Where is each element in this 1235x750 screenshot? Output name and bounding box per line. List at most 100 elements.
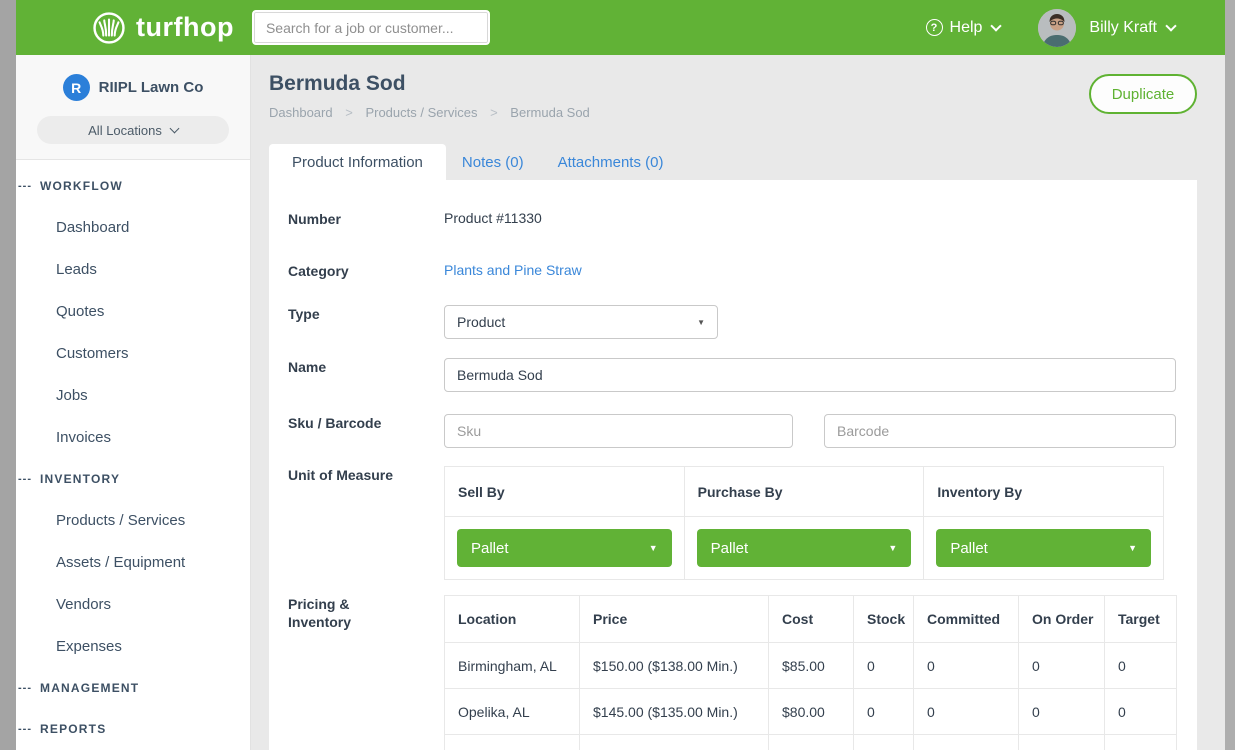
section-dashes-icon: --- bbox=[18, 682, 40, 694]
grass-circle-icon bbox=[92, 11, 126, 45]
breadcrumb-separator: > bbox=[490, 105, 498, 120]
sidebar-item-leads[interactable]: Leads bbox=[16, 248, 250, 290]
inventory-by-dropdown[interactable]: Pallet ▼ bbox=[936, 529, 1151, 567]
page-title: Bermuda Sod bbox=[269, 72, 406, 96]
breadcrumb-dashboard[interactable]: Dashboard bbox=[269, 105, 333, 120]
help-label: Help bbox=[950, 19, 983, 37]
turfhop-logo[interactable]: turfhop bbox=[92, 11, 234, 45]
category-link[interactable]: Plants and Pine Straw bbox=[444, 262, 582, 280]
target-cell: 0 bbox=[1105, 689, 1177, 735]
sidebar-item-products-services[interactable]: Products / Services bbox=[16, 499, 250, 541]
top-bar: turfhop ? Help Billy Kraft bbox=[16, 0, 1225, 55]
sidebar-item-dashboard[interactable]: Dashboard bbox=[16, 206, 250, 248]
pricing-inventory-label: Pricing & Inventory bbox=[269, 595, 444, 750]
type-select[interactable]: Product ▼ bbox=[444, 305, 718, 339]
logo-text: turfhop bbox=[136, 12, 234, 43]
uom-col-sell-by: Sell By bbox=[445, 467, 685, 517]
company-name: RIIPL Lawn Co bbox=[99, 79, 204, 96]
table-row: Opelika, AL $145.00 ($135.00 Min.) $80.0… bbox=[445, 689, 1177, 735]
caret-down-icon: ▼ bbox=[697, 318, 705, 327]
price-cell: $150.00 ($138.00 Min.) bbox=[580, 643, 769, 689]
sidebar-item-expenses[interactable]: Expenses bbox=[16, 625, 250, 667]
name-input[interactable] bbox=[444, 358, 1176, 392]
sku-input[interactable] bbox=[444, 414, 793, 448]
unit-of-measure-label: Unit of Measure bbox=[269, 466, 444, 580]
type-select-value: Product bbox=[457, 314, 505, 330]
caret-down-icon: ▼ bbox=[888, 543, 897, 553]
section-reports[interactable]: --- REPORTS bbox=[16, 708, 250, 749]
section-workflow[interactable]: --- WORKFLOW bbox=[16, 165, 250, 206]
barcode-input[interactable] bbox=[824, 414, 1176, 448]
table-row-partial bbox=[445, 735, 1177, 750]
tab-attachments[interactable]: Attachments (0) bbox=[554, 144, 668, 180]
user-menu[interactable]: Billy Kraft bbox=[1089, 19, 1175, 37]
section-dashes-icon: --- bbox=[18, 723, 40, 735]
pricing-inventory-table: Location Price Cost Stock Committed On O… bbox=[444, 595, 1177, 750]
tab-notes[interactable]: Notes (0) bbox=[458, 144, 528, 180]
locations-dropdown[interactable]: All Locations bbox=[37, 116, 229, 144]
sidebar-item-jobs[interactable]: Jobs bbox=[16, 374, 250, 416]
breadcrumb-products-services[interactable]: Products / Services bbox=[365, 105, 477, 120]
chevron-down-icon bbox=[991, 20, 1002, 31]
sidebar-item-quotes[interactable]: Quotes bbox=[16, 290, 250, 332]
number-value: Product #11330 bbox=[444, 210, 542, 228]
cost-cell: $80.00 bbox=[769, 689, 854, 735]
help-icon: ? bbox=[926, 19, 943, 36]
purchase-by-dropdown[interactable]: Pallet ▼ bbox=[697, 529, 912, 567]
company-logo: R bbox=[63, 74, 90, 101]
sell-by-dropdown[interactable]: Pallet ▼ bbox=[457, 529, 672, 567]
avatar[interactable] bbox=[1038, 9, 1076, 47]
tab-product-information[interactable]: Product Information bbox=[269, 144, 446, 180]
caret-down-icon: ▼ bbox=[649, 543, 658, 553]
sku-barcode-label: Sku / Barcode bbox=[269, 414, 444, 448]
location-link bbox=[445, 735, 580, 750]
tab-bar: Product Information Notes (0) Attachment… bbox=[269, 144, 667, 180]
type-label: Type bbox=[269, 305, 444, 339]
uom-col-purchase-by: Purchase By bbox=[684, 467, 924, 517]
col-target: Target bbox=[1105, 596, 1177, 643]
cost-cell: $85.00 bbox=[769, 643, 854, 689]
table-header-row: Location Price Cost Stock Committed On O… bbox=[445, 596, 1177, 643]
vertical-scrollbar[interactable] bbox=[1225, 0, 1235, 750]
col-committed: Committed bbox=[914, 596, 1019, 643]
sidebar-item-customers[interactable]: Customers bbox=[16, 332, 250, 374]
stock-cell: 0 bbox=[854, 643, 914, 689]
sidebar-item-invoices[interactable]: Invoices bbox=[16, 416, 250, 458]
sidebar-nav: --- WORKFLOW Dashboard Leads Quotes Cust… bbox=[16, 160, 250, 749]
committed-cell: 0 bbox=[914, 643, 1019, 689]
col-price: Price bbox=[580, 596, 769, 643]
col-on-order: On Order bbox=[1019, 596, 1105, 643]
product-information-panel: Number Product #11330 Category Plants an… bbox=[269, 180, 1197, 750]
col-cost: Cost bbox=[769, 596, 854, 643]
breadcrumb-current: Bermuda Sod bbox=[510, 105, 590, 120]
stock-cell: 0 bbox=[854, 689, 914, 735]
caret-down-icon: ▼ bbox=[1128, 543, 1137, 553]
number-label: Number bbox=[269, 210, 444, 228]
chevron-down-icon bbox=[169, 124, 179, 134]
duplicate-button[interactable]: Duplicate bbox=[1089, 74, 1197, 114]
window-left-gutter bbox=[0, 0, 16, 750]
location-link[interactable]: Birmingham, AL bbox=[445, 643, 580, 689]
category-label: Category bbox=[269, 262, 444, 280]
help-menu[interactable]: ? Help bbox=[926, 19, 1001, 37]
user-name: Billy Kraft bbox=[1089, 19, 1157, 37]
section-dashes-icon: --- bbox=[18, 180, 40, 192]
location-link[interactable]: Opelika, AL bbox=[445, 689, 580, 735]
breadcrumb: Dashboard > Products / Services > Bermud… bbox=[269, 105, 590, 120]
target-cell: 0 bbox=[1105, 643, 1177, 689]
chevron-down-icon bbox=[1165, 20, 1176, 31]
sidebar-item-assets-equipment[interactable]: Assets / Equipment bbox=[16, 541, 250, 583]
main-content: Bermuda Sod Dashboard > Products / Servi… bbox=[252, 55, 1225, 750]
sidebar-company-block: R RIIPL Lawn Co All Locations bbox=[16, 55, 250, 160]
locations-label: All Locations bbox=[88, 123, 162, 138]
breadcrumb-separator: > bbox=[345, 105, 353, 120]
section-inventory[interactable]: --- INVENTORY bbox=[16, 458, 250, 499]
uom-col-inventory-by: Inventory By bbox=[924, 467, 1164, 517]
col-location: Location bbox=[445, 596, 580, 643]
section-dashes-icon: --- bbox=[18, 473, 40, 485]
unit-of-measure-table: Sell By Purchase By Inventory By Pallet … bbox=[444, 466, 1164, 580]
search-input[interactable] bbox=[252, 10, 490, 45]
section-management[interactable]: --- MANAGEMENT bbox=[16, 667, 250, 708]
sidebar: R RIIPL Lawn Co All Locations --- WORKFL… bbox=[16, 55, 251, 750]
sidebar-item-vendors[interactable]: Vendors bbox=[16, 583, 250, 625]
